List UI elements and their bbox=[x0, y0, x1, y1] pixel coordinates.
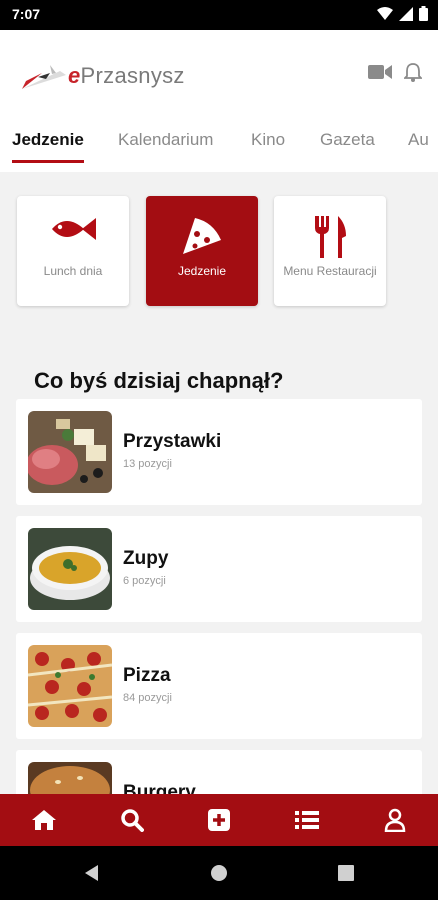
list-item-pizza[interactable]: Pizza 84 pozycji bbox=[16, 633, 422, 739]
nav-profile-button[interactable] bbox=[381, 806, 409, 834]
bottom-navigation bbox=[0, 794, 438, 846]
pizza-thumbnail bbox=[28, 645, 112, 727]
menu-restauracji-card[interactable]: Menu Restauracji bbox=[274, 196, 386, 306]
list-icon bbox=[295, 811, 319, 829]
tab-kino[interactable]: Kino bbox=[251, 130, 285, 150]
item-count: 13 pozycji bbox=[123, 458, 172, 470]
nav-search-button[interactable] bbox=[118, 806, 146, 834]
pizza-slice-icon bbox=[183, 218, 221, 254]
app-logo[interactable]: ePrzasnysz bbox=[20, 58, 185, 94]
section-title: Co byś dzisiaj chapnął? bbox=[34, 368, 284, 393]
item-name: Zupy bbox=[123, 548, 169, 569]
recents-icon[interactable] bbox=[338, 865, 354, 881]
item-count: 84 pozycji bbox=[123, 692, 172, 704]
app-header: ePrzasnysz Jedzenie Kalendarium Kino Gaz… bbox=[0, 30, 438, 172]
profile-icon bbox=[384, 808, 406, 832]
battery-icon bbox=[419, 6, 428, 21]
logo-prefix: e bbox=[68, 63, 81, 88]
add-icon bbox=[208, 809, 230, 831]
video-camera-icon[interactable] bbox=[368, 64, 392, 80]
lunch-dnia-label: Lunch dnia bbox=[43, 264, 103, 278]
item-count: 6 pozycji bbox=[123, 575, 166, 587]
zupy-thumbnail bbox=[28, 528, 112, 610]
system-navigation-bar bbox=[0, 846, 438, 900]
logo-name: Przasnysz bbox=[80, 63, 185, 88]
wifi-icon bbox=[377, 6, 393, 20]
signal-icon bbox=[399, 6, 413, 21]
tab-jedzenie[interactable]: Jedzenie bbox=[12, 130, 84, 150]
back-icon[interactable] bbox=[84, 864, 100, 882]
nav-list-button[interactable] bbox=[293, 806, 321, 834]
category-tabs: Jedzenie Kalendarium Kino Gazeta Au bbox=[0, 122, 438, 172]
category-cards: Lunch dnia Jedzenie Menu Restauracji bbox=[0, 196, 438, 308]
home-circle-icon[interactable] bbox=[210, 864, 228, 882]
tab-gazeta[interactable]: Gazeta bbox=[320, 130, 375, 150]
lunch-dnia-card[interactable]: Lunch dnia bbox=[17, 196, 129, 306]
active-tab-indicator bbox=[12, 160, 84, 163]
tab-au[interactable]: Au bbox=[408, 130, 429, 150]
bell-icon[interactable] bbox=[404, 62, 422, 82]
menu-restauracji-label: Menu Restauracji bbox=[283, 264, 377, 278]
jedzenie-card[interactable]: Jedzenie bbox=[146, 196, 258, 306]
przystawki-thumbnail bbox=[28, 411, 112, 493]
list-item-przystawki[interactable]: Przystawki 13 pozycji bbox=[16, 399, 422, 505]
nav-home-button[interactable] bbox=[30, 806, 58, 834]
fork-knife-icon bbox=[315, 216, 346, 258]
search-icon bbox=[121, 809, 144, 832]
list-item-zupy[interactable]: Zupy 6 pozycji bbox=[16, 516, 422, 622]
fish-icon bbox=[52, 218, 96, 240]
item-name: Pizza bbox=[123, 665, 171, 686]
jedzenie-label: Jedzenie bbox=[177, 264, 227, 278]
status-bar: 7:07 bbox=[0, 0, 438, 30]
item-name: Przystawki bbox=[123, 431, 222, 452]
nav-add-button[interactable] bbox=[205, 806, 233, 834]
tab-kalendarium[interactable]: Kalendarium bbox=[118, 130, 213, 150]
status-time: 7:07 bbox=[12, 6, 41, 22]
home-icon bbox=[32, 810, 56, 830]
plane-logo-icon bbox=[22, 65, 66, 89]
